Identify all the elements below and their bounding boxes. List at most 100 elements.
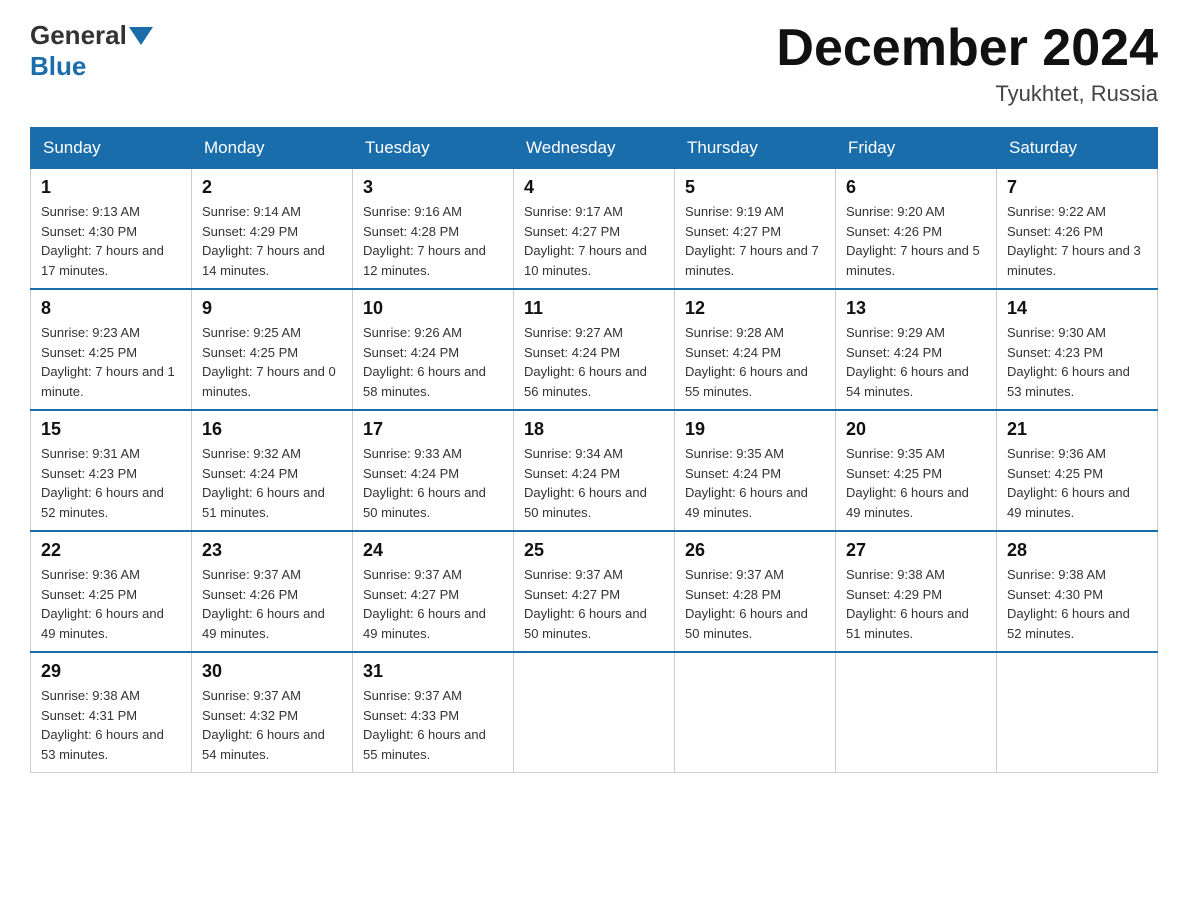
- day-info: Sunrise: 9:28 AMSunset: 4:24 PMDaylight:…: [685, 323, 825, 401]
- calendar-cell: 28Sunrise: 9:38 AMSunset: 4:30 PMDayligh…: [997, 531, 1158, 652]
- calendar-table: SundayMondayTuesdayWednesdayThursdayFrid…: [30, 127, 1158, 773]
- day-number: 26: [685, 540, 825, 561]
- day-info: Sunrise: 9:34 AMSunset: 4:24 PMDaylight:…: [524, 444, 664, 522]
- calendar-cell: [675, 652, 836, 773]
- calendar-cell: 4 Sunrise: 9:17 AMSunset: 4:27 PMDaylight…: [514, 169, 675, 290]
- day-number: 11: [524, 298, 664, 319]
- day-info: Sunrise: 9:38 AMSunset: 4:31 PMDaylight:…: [41, 686, 181, 764]
- day-number: 4: [524, 177, 664, 198]
- day-info: Sunrise: 9:25 AMSunset: 4:25 PMDaylight:…: [202, 323, 342, 401]
- day-number: 6: [846, 177, 986, 198]
- day-number: 14: [1007, 298, 1147, 319]
- page-header: General Blue December 2024 Tyukhtet, Rus…: [30, 20, 1158, 107]
- day-number: 8: [41, 298, 181, 319]
- day-number: 12: [685, 298, 825, 319]
- calendar-cell: [836, 652, 997, 773]
- day-number: 7: [1007, 177, 1147, 198]
- calendar-cell: 25 Sunrise: 9:37 AMSunset: 4:27 PMDayligh…: [514, 531, 675, 652]
- calendar-cell: 5 Sunrise: 9:19 AMSunset: 4:27 PMDaylight…: [675, 169, 836, 290]
- day-number: 24: [363, 540, 503, 561]
- calendar-cell: 26Sunrise: 9:37 AMSunset: 4:28 PMDayligh…: [675, 531, 836, 652]
- calendar-cell: 15 Sunrise: 9:31 AMSunset: 4:23 PMDayligh…: [31, 410, 192, 531]
- day-number: 5: [685, 177, 825, 198]
- day-info: Sunrise: 9:19 AMSunset: 4:27 PMDaylight:…: [685, 202, 825, 280]
- day-number: 25: [524, 540, 664, 561]
- calendar-header-monday: Monday: [192, 128, 353, 169]
- calendar-cell: 24Sunrise: 9:37 AMSunset: 4:27 PMDayligh…: [353, 531, 514, 652]
- day-number: 23: [202, 540, 342, 561]
- calendar-cell: [514, 652, 675, 773]
- calendar-header-wednesday: Wednesday: [514, 128, 675, 169]
- calendar-cell: 8 Sunrise: 9:23 AMSunset: 4:25 PMDaylight…: [31, 289, 192, 410]
- day-number: 9: [202, 298, 342, 319]
- day-number: 28: [1007, 540, 1147, 561]
- calendar-cell: 19 Sunrise: 9:35 AMSunset: 4:24 PMDayligh…: [675, 410, 836, 531]
- location-text: Tyukhtet, Russia: [776, 81, 1158, 107]
- day-number: 13: [846, 298, 986, 319]
- calendar-cell: 16 Sunrise: 9:32 AMSunset: 4:24 PMDayligh…: [192, 410, 353, 531]
- calendar-week-row: 1Sunrise: 9:13 AMSunset: 4:30 PMDaylight…: [31, 169, 1158, 290]
- calendar-cell: 29 Sunrise: 9:38 AMSunset: 4:31 PMDayligh…: [31, 652, 192, 773]
- day-info: Sunrise: 9:13 AMSunset: 4:30 PMDaylight:…: [41, 202, 181, 280]
- calendar-cell: 13 Sunrise: 9:29 AMSunset: 4:24 PMDayligh…: [836, 289, 997, 410]
- day-number: 15: [41, 419, 181, 440]
- day-info: Sunrise: 9:29 AMSunset: 4:24 PMDaylight:…: [846, 323, 986, 401]
- calendar-cell: 3 Sunrise: 9:16 AMSunset: 4:28 PMDaylight…: [353, 169, 514, 290]
- calendar-cell: 1Sunrise: 9:13 AMSunset: 4:30 PMDaylight…: [31, 169, 192, 290]
- calendar-cell: 7 Sunrise: 9:22 AMSunset: 4:26 PMDaylight…: [997, 169, 1158, 290]
- calendar-header-friday: Friday: [836, 128, 997, 169]
- calendar-cell: 31 Sunrise: 9:37 AMSunset: 4:33 PMDayligh…: [353, 652, 514, 773]
- calendar-cell: 23 Sunrise: 9:37 AMSunset: 4:26 PMDayligh…: [192, 531, 353, 652]
- day-info: Sunrise: 9:38 AMSunset: 4:29 PMDaylight:…: [846, 565, 986, 643]
- day-info: Sunrise: 9:27 AMSunset: 4:24 PMDaylight:…: [524, 323, 664, 401]
- calendar-cell: 27 Sunrise: 9:38 AMSunset: 4:29 PMDayligh…: [836, 531, 997, 652]
- day-info: Sunrise: 9:37 AMSunset: 4:27 PMDaylight:…: [524, 565, 664, 643]
- calendar-cell: 11 Sunrise: 9:27 AMSunset: 4:24 PMDayligh…: [514, 289, 675, 410]
- calendar-cell: 20 Sunrise: 9:35 AMSunset: 4:25 PMDayligh…: [836, 410, 997, 531]
- calendar-header-saturday: Saturday: [997, 128, 1158, 169]
- calendar-cell: 21 Sunrise: 9:36 AMSunset: 4:25 PMDayligh…: [997, 410, 1158, 531]
- calendar-week-row: 15 Sunrise: 9:31 AMSunset: 4:23 PMDayligh…: [31, 410, 1158, 531]
- calendar-header-row: SundayMondayTuesdayWednesdayThursdayFrid…: [31, 128, 1158, 169]
- calendar-week-row: 8 Sunrise: 9:23 AMSunset: 4:25 PMDaylight…: [31, 289, 1158, 410]
- day-info: Sunrise: 9:23 AMSunset: 4:25 PMDaylight:…: [41, 323, 181, 401]
- calendar-cell: 30 Sunrise: 9:37 AMSunset: 4:32 PMDayligh…: [192, 652, 353, 773]
- day-info: Sunrise: 9:17 AMSunset: 4:27 PMDaylight:…: [524, 202, 664, 280]
- calendar-header-tuesday: Tuesday: [353, 128, 514, 169]
- day-number: 29: [41, 661, 181, 682]
- day-number: 3: [363, 177, 503, 198]
- day-number: 31: [363, 661, 503, 682]
- day-number: 21: [1007, 419, 1147, 440]
- day-number: 20: [846, 419, 986, 440]
- day-info: Sunrise: 9:26 AMSunset: 4:24 PMDaylight:…: [363, 323, 503, 401]
- day-info: Sunrise: 9:33 AMSunset: 4:24 PMDaylight:…: [363, 444, 503, 522]
- day-info: Sunrise: 9:22 AMSunset: 4:26 PMDaylight:…: [1007, 202, 1147, 280]
- calendar-cell: 22 Sunrise: 9:36 AMSunset: 4:25 PMDayligh…: [31, 531, 192, 652]
- day-number: 16: [202, 419, 342, 440]
- day-info: Sunrise: 9:37 AMSunset: 4:26 PMDaylight:…: [202, 565, 342, 643]
- day-info: Sunrise: 9:30 AMSunset: 4:23 PMDaylight:…: [1007, 323, 1147, 401]
- day-info: Sunrise: 9:37 AMSunset: 4:33 PMDaylight:…: [363, 686, 503, 764]
- logo-general-text: General: [30, 20, 127, 51]
- day-info: Sunrise: 9:37 AMSunset: 4:32 PMDaylight:…: [202, 686, 342, 764]
- day-number: 18: [524, 419, 664, 440]
- day-info: Sunrise: 9:31 AMSunset: 4:23 PMDaylight:…: [41, 444, 181, 522]
- day-info: Sunrise: 9:32 AMSunset: 4:24 PMDaylight:…: [202, 444, 342, 522]
- day-info: Sunrise: 9:36 AMSunset: 4:25 PMDaylight:…: [1007, 444, 1147, 522]
- calendar-header-thursday: Thursday: [675, 128, 836, 169]
- day-number: 19: [685, 419, 825, 440]
- day-number: 30: [202, 661, 342, 682]
- day-number: 10: [363, 298, 503, 319]
- day-number: 2: [202, 177, 342, 198]
- day-info: Sunrise: 9:35 AMSunset: 4:25 PMDaylight:…: [846, 444, 986, 522]
- logo-blue-text: Blue: [30, 51, 86, 82]
- day-info: Sunrise: 9:16 AMSunset: 4:28 PMDaylight:…: [363, 202, 503, 280]
- month-year-title: December 2024: [776, 20, 1158, 77]
- title-section: December 2024 Tyukhtet, Russia: [776, 20, 1158, 107]
- day-info: Sunrise: 9:35 AMSunset: 4:24 PMDaylight:…: [685, 444, 825, 522]
- day-number: 27: [846, 540, 986, 561]
- calendar-cell: 6Sunrise: 9:20 AMSunset: 4:26 PMDaylight…: [836, 169, 997, 290]
- day-number: 17: [363, 419, 503, 440]
- day-info: Sunrise: 9:36 AMSunset: 4:25 PMDaylight:…: [41, 565, 181, 643]
- day-number: 22: [41, 540, 181, 561]
